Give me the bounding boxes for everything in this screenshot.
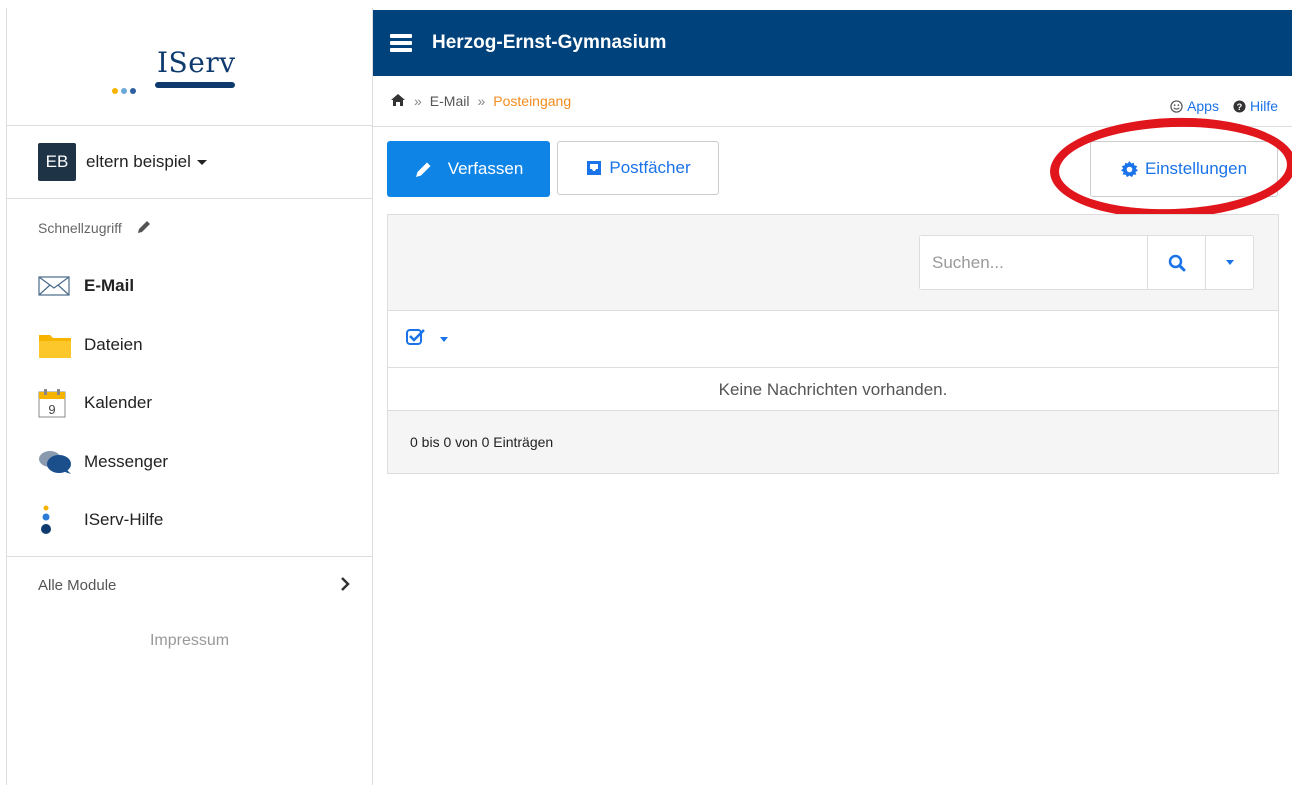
envelope-icon — [38, 270, 72, 302]
compose-label: Verfassen — [447, 159, 524, 178]
sidebar-item-label: IServ-Hilfe — [84, 510, 164, 530]
sidebar: IServ EB eltern beispiel Schnellzugriff … — [6, 8, 373, 785]
user-menu[interactable]: EB eltern beispiel — [7, 126, 372, 199]
question-circle-icon: ? — [1233, 99, 1246, 113]
search-input[interactable] — [920, 236, 1147, 289]
caret-down-icon — [1225, 260, 1234, 265]
mailboxes-button[interactable]: Postfächer — [557, 141, 719, 195]
sidebar-item-label: Dateien — [84, 334, 143, 354]
calendar-icon: 9 — [38, 387, 72, 419]
search-button[interactable] — [1147, 236, 1205, 289]
apps-link[interactable]: Apps — [1170, 98, 1219, 114]
help-link[interactable]: ? Hilfe — [1233, 98, 1278, 114]
svg-text:?: ? — [1237, 102, 1243, 112]
logo[interactable]: IServ — [7, 8, 372, 126]
logo-dots — [112, 81, 139, 99]
bulk-select-bar — [388, 311, 1278, 368]
mailboxes-label: Postfächer — [609, 158, 691, 177]
sidebar-item-calendar[interactable]: 9 Kalender — [7, 374, 372, 433]
logo-underline — [155, 82, 235, 88]
mail-panel: Keine Nachrichten vorhanden. 0 bis 0 von… — [387, 214, 1279, 474]
apps-label: Apps — [1187, 98, 1219, 114]
empty-message: Keine Nachrichten vorhanden. — [388, 368, 1278, 411]
user-name: eltern beispiel — [86, 152, 207, 172]
all-modules-label: Alle Module — [38, 577, 117, 594]
settings-button[interactable]: Einstellungen — [1090, 141, 1278, 197]
smiley-icon — [1170, 99, 1183, 113]
pagination-info: 0 bis 0 von 0 Einträgen — [410, 434, 554, 450]
sidebar-item-label: E-Mail — [84, 276, 135, 296]
breadcrumb: » E-Mail » Posteingang Apps ? Hilfe — [373, 76, 1292, 127]
sidebar-item-messenger[interactable]: Messenger — [7, 433, 372, 492]
sidebar-item-label: Messenger — [84, 451, 169, 471]
compose-button[interactable]: Verfassen — [387, 141, 550, 197]
gear-icon — [1120, 160, 1138, 177]
folder-icon — [38, 329, 72, 361]
search-options-dropdown[interactable] — [1205, 236, 1253, 289]
sidebar-item-iserv-help[interactable]: IServ-Hilfe — [7, 491, 372, 550]
settings-label: Einstellungen — [1144, 159, 1248, 178]
help-label: Hilfe — [1249, 98, 1278, 114]
breadcrumb-separator: » — [477, 93, 486, 109]
app: IServ EB eltern beispiel Schnellzugriff … — [0, 0, 1292, 785]
home-icon[interactable] — [390, 93, 406, 110]
impressum-link[interactable]: Impressum — [7, 632, 372, 650]
select-dropdown-caret-icon[interactable] — [440, 336, 448, 342]
hamburger-menu-icon[interactable] — [390, 31, 412, 55]
search-bar — [388, 215, 1278, 311]
breadcrumb-email[interactable]: E-Mail — [430, 93, 470, 109]
logo-text: IServ — [157, 46, 236, 79]
breadcrumb-inbox[interactable]: Posteingang — [493, 93, 571, 109]
search-icon — [1168, 254, 1185, 271]
all-modules-link[interactable]: Alle Module — [7, 557, 372, 615]
sidebar-item-label: Kalender — [84, 393, 153, 413]
pencil-icon[interactable] — [136, 219, 152, 238]
checkbox-select-icon[interactable] — [406, 328, 426, 351]
chat-bubbles-icon — [38, 446, 72, 478]
quick-access-label: Schnellzugriff — [38, 220, 122, 236]
caret-down-icon — [196, 160, 207, 166]
sidebar-item-email[interactable]: E-Mail — [7, 257, 372, 316]
topbar: Herzog-Ernst-Gymnasium — [373, 10, 1292, 76]
iserv-help-icon — [38, 504, 72, 536]
breadcrumb-separator: » — [414, 93, 422, 109]
school-name: Herzog-Ernst-Gymnasium — [432, 32, 667, 53]
svg-text:9: 9 — [48, 402, 55, 417]
pencil-icon — [415, 162, 431, 177]
avatar: EB — [38, 143, 76, 181]
quick-access-header: Schnellzugriff — [7, 199, 372, 257]
sidebar-item-files[interactable]: Dateien — [7, 316, 372, 375]
chevron-right-icon — [340, 576, 350, 595]
inbox-icon — [587, 161, 602, 175]
search-group — [919, 235, 1254, 290]
